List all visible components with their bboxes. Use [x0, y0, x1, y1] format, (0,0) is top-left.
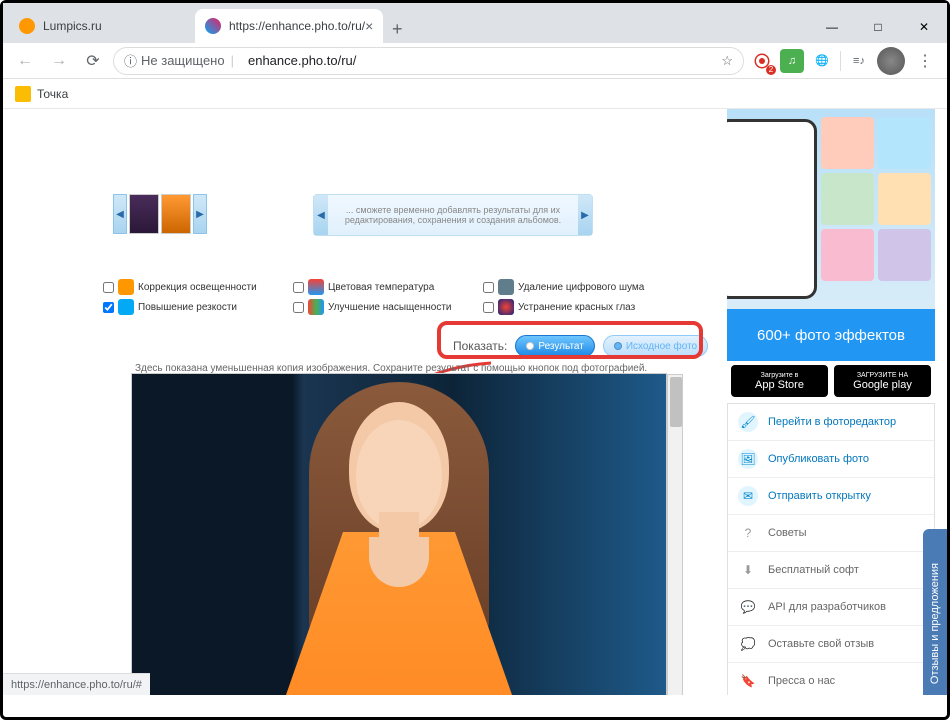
close-button[interactable]: ✕: [901, 11, 947, 43]
comment-icon: 💭: [738, 634, 758, 654]
question-icon: ?: [738, 523, 758, 543]
result-image-container: [131, 373, 667, 695]
security-indicator[interactable]: ⓘ Не защищено: [124, 51, 225, 70]
sidebar-link-api[interactable]: 💬API для разработчиков: [728, 589, 934, 626]
radio-icon: [526, 342, 534, 350]
minimize-button[interactable]: —: [809, 11, 855, 43]
maximize-button[interactable]: □: [855, 11, 901, 43]
window-controls: — □ ✕: [809, 11, 947, 43]
window-titlebar: Lumpics.ru https://enhance.pho.to/ru/ × …: [3, 3, 947, 43]
bookmark-icon: 🔖: [738, 671, 758, 691]
sidebar: 600+ фото эффектов Загрузите вApp Store …: [727, 109, 935, 695]
enhance-options: Коррекция освещенности Цветовая температ…: [103, 279, 663, 315]
extension-icon[interactable]: [750, 49, 774, 73]
show-result-button[interactable]: Результат: [515, 335, 594, 357]
info-message: ◀ ... сможете временно добавлять результ…: [313, 194, 593, 236]
toggle-label: Показать:: [453, 339, 507, 353]
option-redeye[interactable]: Устранение красных глаз: [483, 299, 663, 315]
status-bar: https://enhance.pho.to/ru/#: [3, 673, 150, 695]
close-tab-icon[interactable]: ×: [365, 18, 373, 34]
url-text: enhance.pho.to/ru/: [248, 53, 356, 68]
effects-banner[interactable]: 600+ фото эффектов: [727, 309, 935, 361]
new-tab-button[interactable]: +: [383, 15, 411, 43]
tab-title: Lumpics.ru: [43, 19, 102, 33]
reading-list-icon[interactable]: ≡♪: [847, 49, 871, 73]
noise-icon: [498, 279, 514, 295]
phone-mockup: [727, 119, 817, 299]
reload-button[interactable]: ⟳: [79, 47, 107, 75]
prev-thumb-button[interactable]: ◀: [113, 194, 127, 234]
sidebar-link-postcard[interactable]: ✉Отправить открытку: [728, 478, 934, 515]
sun-icon: [118, 279, 134, 295]
appstore-button[interactable]: Загрузите вApp Store: [731, 365, 828, 397]
option-saturation[interactable]: Улучшение насыщенности: [293, 299, 473, 315]
profile-avatar[interactable]: [877, 47, 905, 75]
main-panel: ◀ ▶ ◀ ... сможете временно добавлять рез…: [3, 109, 721, 695]
browser-tab-active[interactable]: https://enhance.pho.to/ru/ ×: [195, 9, 383, 43]
photo-collage: [821, 117, 931, 281]
scroll-thumb[interactable]: [670, 377, 682, 427]
promo-banner[interactable]: [727, 109, 935, 309]
sidebar-link-review[interactable]: 💭Оставьте свой отзыв: [728, 626, 934, 663]
browser-tab[interactable]: Lumpics.ru: [9, 9, 189, 43]
prev-info-button[interactable]: ◀: [314, 195, 328, 235]
eye-icon: [498, 299, 514, 315]
image-icon: 🖼: [738, 449, 758, 469]
option-sharpen[interactable]: Повышение резкости: [103, 299, 283, 315]
googleplay-button[interactable]: ЗАГРУЗИТЕ НАGoogle play: [834, 365, 931, 397]
saturation-icon: [308, 299, 324, 315]
thumbnail[interactable]: [129, 194, 159, 234]
sidebar-link-tips[interactable]: ?Советы: [728, 515, 934, 552]
page-content: f417 🐦 P597 +2.2K ◀ ▶ ◀ ... сможете врем…: [3, 109, 947, 695]
show-original-button[interactable]: Исходное фото: [603, 335, 708, 357]
mail-icon: ✉: [738, 486, 758, 506]
bookmark-star-icon[interactable]: ☆: [721, 53, 733, 69]
result-image: [132, 374, 666, 695]
url-field[interactable]: ⓘ Не защищено | enhance.pho.to/ru/ ☆: [113, 47, 744, 75]
thumbnail-strip: ◀ ▶: [113, 194, 207, 234]
radio-icon: [614, 342, 622, 350]
favicon: [205, 18, 221, 34]
tab-title: https://enhance.pho.to/ru/: [229, 19, 365, 33]
next-info-button[interactable]: ▶: [578, 195, 592, 235]
download-icon: ⬇: [738, 560, 758, 580]
temp-icon: [308, 279, 324, 295]
sidebar-links: 🖌Перейти в фоторедактор 🖼Опубликовать фо…: [727, 403, 935, 695]
sidebar-link-editor[interactable]: 🖌Перейти в фоторедактор: [728, 404, 934, 441]
option-lighting[interactable]: Коррекция освещенности: [103, 279, 283, 295]
folder-icon: [15, 86, 31, 102]
vertical-scrollbar[interactable]: [667, 374, 683, 695]
sidebar-link-press[interactable]: 🔖Пресса о нас: [728, 663, 934, 695]
sharpen-icon: [118, 299, 134, 315]
sidebar-link-publish[interactable]: 🖼Опубликовать фото: [728, 441, 934, 478]
address-bar: ← → ⟳ ⓘ Не защищено | enhance.pho.to/ru/…: [3, 43, 947, 79]
brush-icon: 🖌: [738, 412, 758, 432]
chat-icon: 💬: [738, 597, 758, 617]
thumbnail[interactable]: [161, 194, 191, 234]
result-toggle: Показать: Результат Исходное фото: [443, 329, 718, 363]
back-button[interactable]: ←: [11, 47, 39, 75]
favicon: [19, 18, 35, 34]
store-buttons: Загрузите вApp Store ЗАГРУЗИТЕ НАGoogle …: [727, 361, 935, 403]
option-denoise[interactable]: Удаление цифрового шума: [483, 279, 663, 295]
extension-icon[interactable]: 🌐: [810, 49, 834, 73]
bookmarks-bar: Точка: [3, 79, 947, 109]
menu-button[interactable]: ⋮: [911, 47, 939, 75]
extension-icon[interactable]: ♫: [780, 49, 804, 73]
forward-button[interactable]: →: [45, 47, 73, 75]
option-temperature[interactable]: Цветовая температура: [293, 279, 473, 295]
bookmark-item[interactable]: Точка: [37, 87, 68, 101]
feedback-tab[interactable]: Отзывы и предложения: [923, 529, 947, 695]
next-thumb-button[interactable]: ▶: [193, 194, 207, 234]
sidebar-link-soft[interactable]: ⬇Бесплатный софт: [728, 552, 934, 589]
